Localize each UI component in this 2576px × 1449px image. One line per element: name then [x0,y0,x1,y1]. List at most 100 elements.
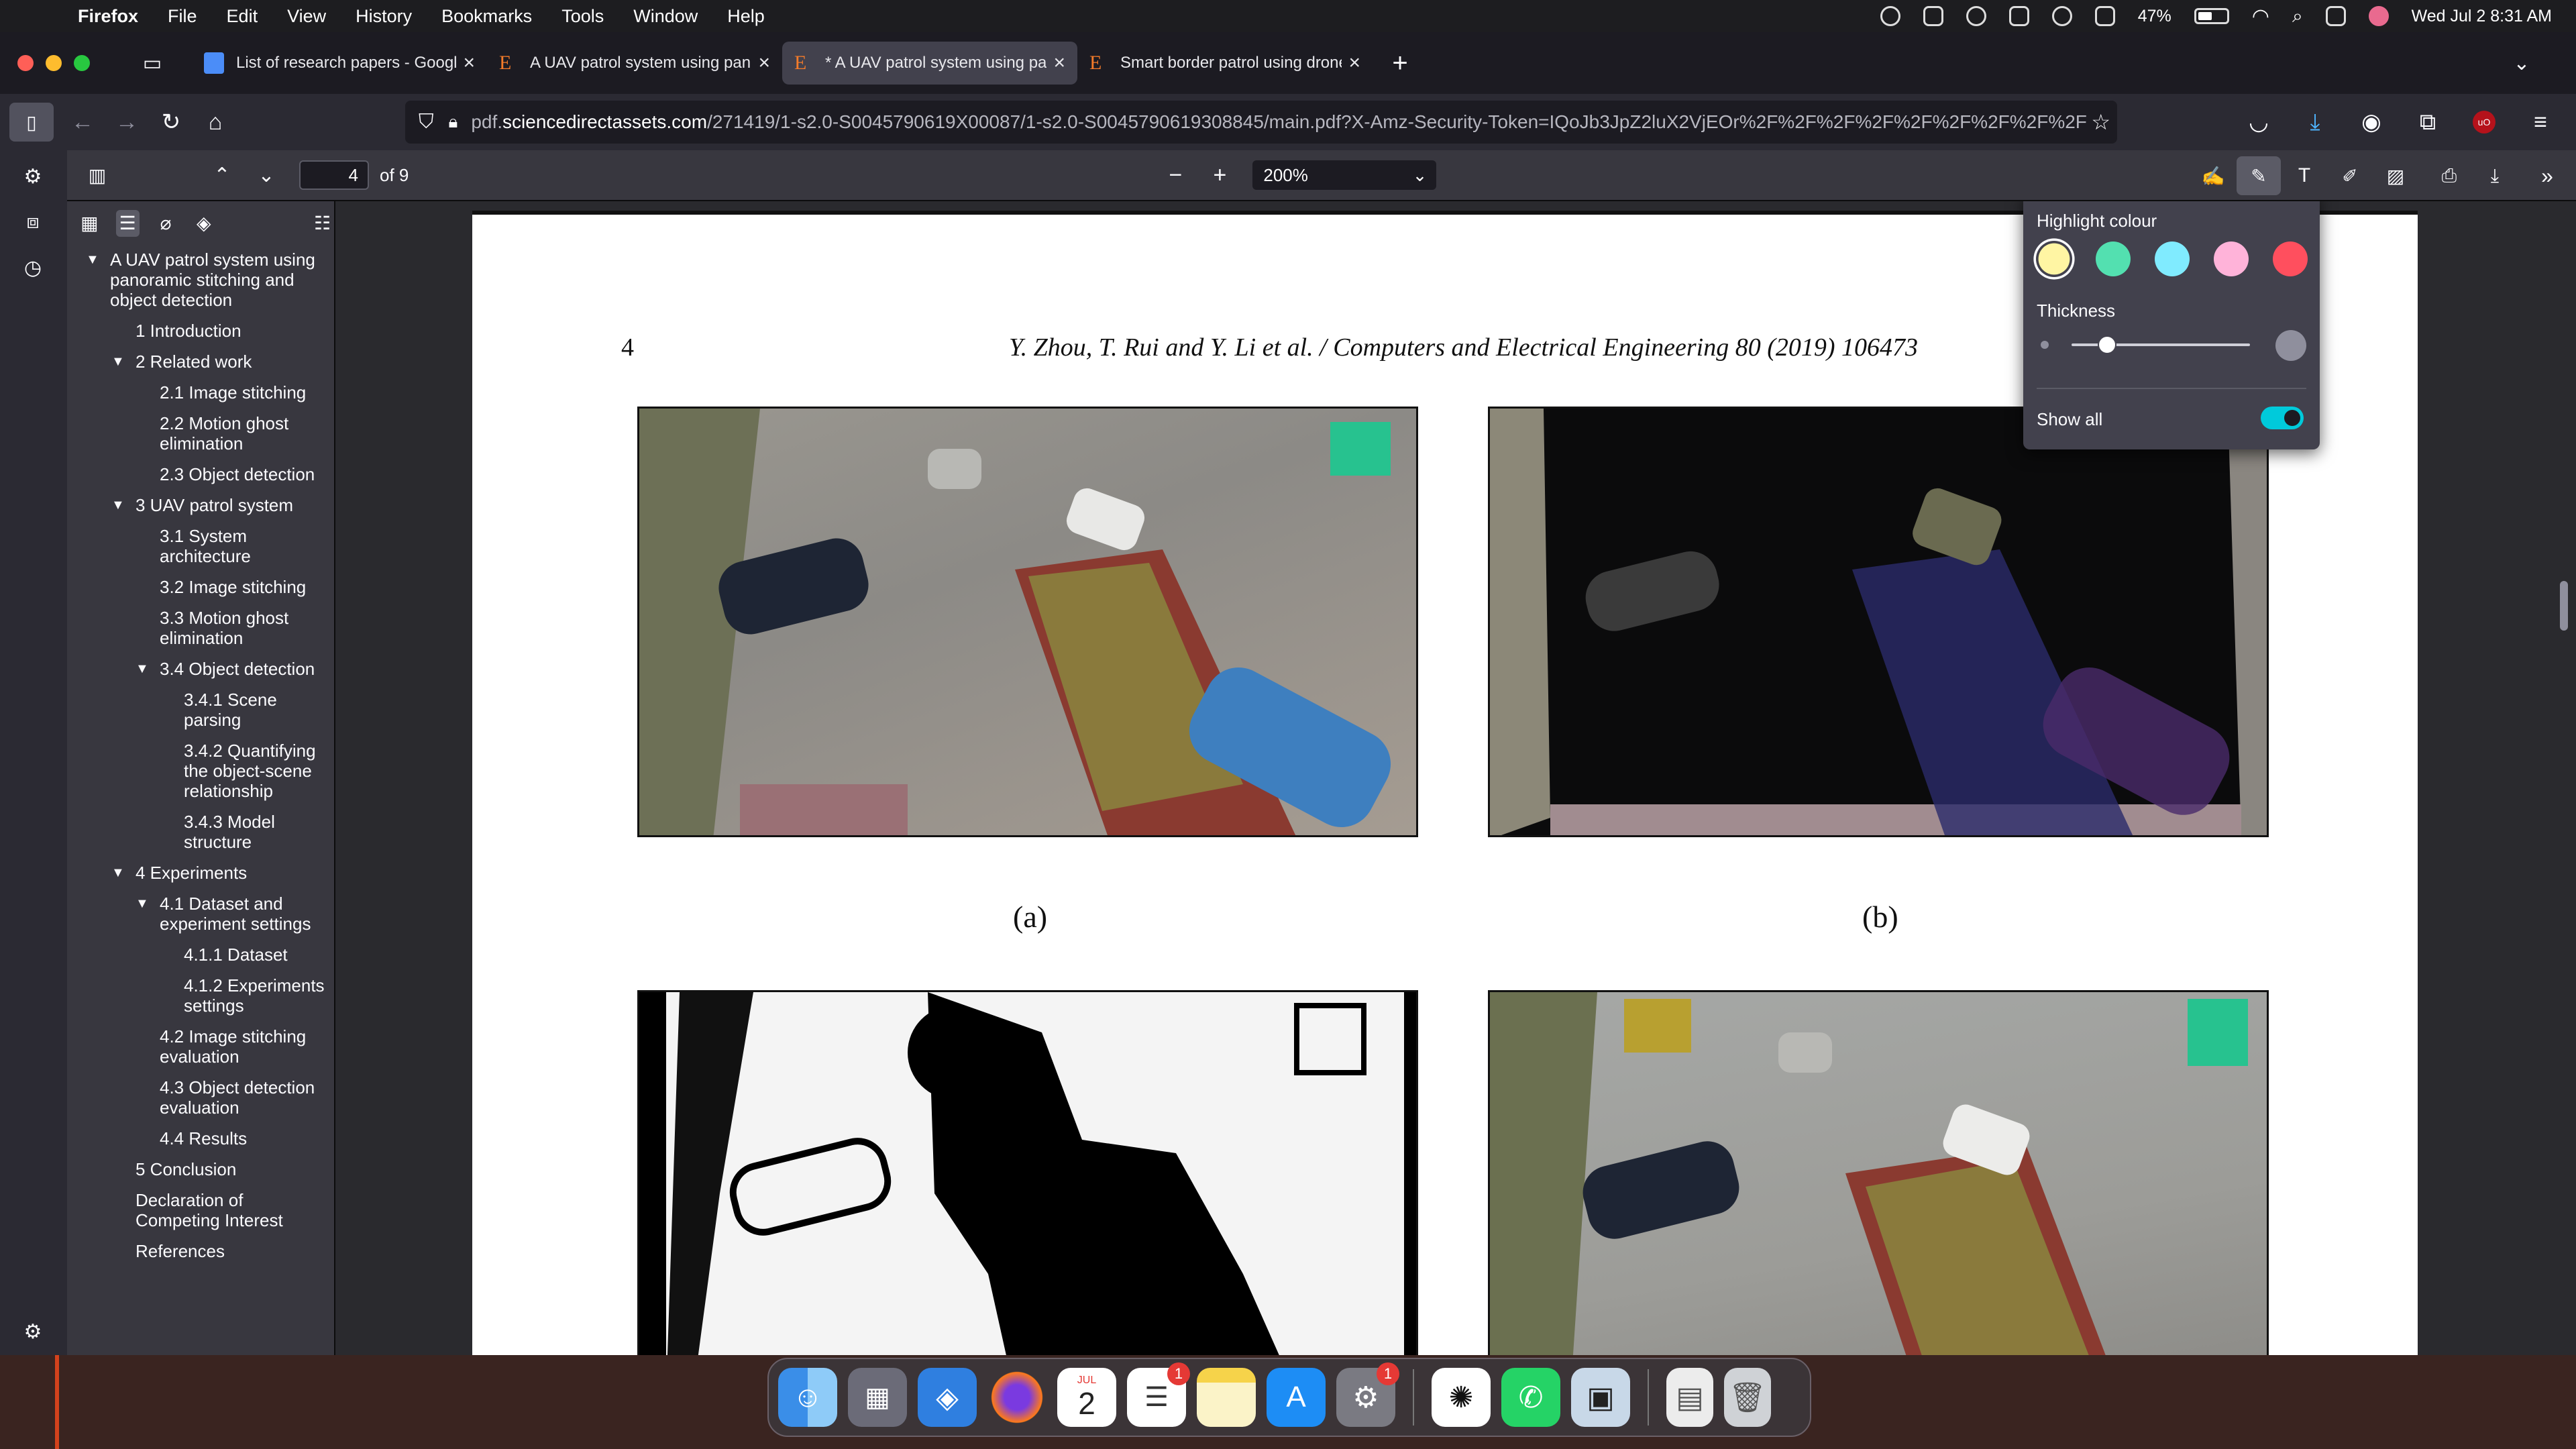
thickness-slider-thumb[interactable] [2098,335,2117,354]
signature-icon[interactable]: ✍ [2191,156,2235,195]
chatgpt-icon[interactable]: ✺ [1432,1368,1491,1427]
attachments-view-icon[interactable]: ⌀ [154,210,178,237]
outline-item[interactable]: 5 Conclusion [67,1159,334,1179]
outline-item[interactable]: ▼ A UAV patrol system using panoramic sti… [67,250,334,310]
close-tab-icon[interactable]: × [463,52,475,74]
expanded-triangle-icon[interactable]: ▼ [86,250,99,270]
save-icon[interactable]: ⤓ [2473,156,2517,195]
pocket-icon[interactable]: ◡ [2237,103,2281,142]
tab-uav-paper-active[interactable]: E * A UAV patrol system using par × [782,42,1077,85]
app-store-icon[interactable]: A [1267,1368,1326,1427]
outline-item[interactable]: 3.4.2 Quantifying the object-scene relat… [67,741,334,801]
calendar-icon[interactable]: JUL 2 [1057,1368,1116,1427]
highlight-swatch-yellow[interactable] [2038,243,2070,275]
trash-icon[interactable]: 🗑︎ [1724,1368,1771,1427]
history-icon[interactable]: ◷ [11,248,55,287]
thickness-slider[interactable] [2072,335,2250,354]
outline-item[interactable]: ▼ 3.4 Object detection [67,659,334,679]
outline-item[interactable]: 4.1.2 Experiments settings [67,975,334,1016]
siri-icon[interactable] [2368,6,2389,26]
launchpad-icon[interactable]: ▦ [848,1368,907,1427]
close-tab-icon[interactable]: × [1348,52,1360,74]
toggle-pdf-sidebar-icon[interactable]: ▥ [75,156,119,195]
image-tool-icon[interactable]: ▨ [2373,156,2418,195]
outline-item[interactable]: 3.4.3 Model structure [67,812,334,852]
show-all-toggle[interactable] [2261,407,2304,429]
firefox-icon[interactable] [987,1368,1046,1427]
highlight-swatch-pink[interactable] [2214,241,2249,276]
contrast-status-icon[interactable] [2051,6,2072,26]
outline-item[interactable]: References [67,1241,334,1261]
vertical-scrollbar-thumb[interactable] [2560,581,2568,631]
menu-bookmarks[interactable]: Bookmarks [441,6,532,27]
customize-sidebar-icon[interactable]: ⚙ [11,1312,55,1351]
zoom-out-button[interactable]: − [1153,156,1197,195]
outline-item[interactable]: 4.2 Image stitching evaluation [67,1026,334,1067]
url-text[interactable]: pdf.sciencedirectassets.com/271419/1-s2.… [471,111,2108,133]
outline-item[interactable]: ▼ 4.1 Dataset and experiment settings [67,894,334,934]
tracking-protection-icon[interactable]: ⛉ [419,111,434,133]
outline-item[interactable]: 3.2 Image stitching [67,577,334,597]
safari-icon[interactable]: ◈ [918,1368,977,1427]
highlight-swatch-blue[interactable] [2155,241,2190,276]
url-bar[interactable]: ⛉ 🔒︎ pdf.sciencedirectassets.com/271419/… [405,101,2117,144]
lock-icon[interactable]: 🔒︎ [449,111,458,133]
outline-item[interactable]: 2.1 Image stitching [67,382,334,402]
ublock-icon[interactable]: uO [2462,103,2506,142]
close-tab-icon[interactable]: × [758,52,770,74]
highlight-swatch-red[interactable] [2273,241,2308,276]
clock[interactable]: Wed Jul 2 8:31 AM [2412,7,2552,26]
battery-icon[interactable] [2194,8,2229,24]
close-tab-icon[interactable]: × [1053,52,1065,74]
display-status-icon[interactable] [2008,6,2029,26]
home-button[interactable]: ⌂ [193,103,237,142]
notes-icon[interactable] [1197,1368,1256,1427]
current-outline-item-icon[interactable]: ☷ [311,210,334,237]
page-number-input[interactable]: 4 [299,160,369,190]
layers-status-icon[interactable] [2094,6,2115,26]
next-page-button[interactable]: ⌄ [244,156,288,195]
text-tool-icon[interactable]: T [2282,156,2326,195]
menu-edit[interactable]: Edit [227,6,258,27]
outline-view-icon[interactable]: ☰ [115,210,140,237]
firefox-view-icon[interactable]: ▭ [130,44,174,83]
close-window-button[interactable] [17,55,34,71]
tab-google-docs[interactable]: List of research papers - Google × [192,42,487,85]
expanded-triangle-icon[interactable]: ▼ [111,495,125,515]
sidebar-toggle-icon[interactable]: ▯ [9,103,54,142]
preview-icon[interactable]: ▣ [1571,1368,1630,1427]
outline-item[interactable]: ▼ 2 Related work [67,352,334,372]
synced-tabs-icon[interactable]: ⧈ [11,203,55,241]
expanded-triangle-icon[interactable]: ▼ [111,863,125,883]
menu-app-name[interactable]: Firefox [78,6,138,27]
outline-item[interactable]: Declaration of Competing Interest [67,1190,334,1230]
outline-item[interactable]: ▼ 3 UAV patrol system [67,495,334,515]
outline-item[interactable]: 3.1 System architecture [67,526,334,566]
system-settings-icon[interactable]: ⚙ 1 [1336,1362,1399,1427]
menu-window[interactable]: Window [633,6,698,27]
extension-status-icon[interactable] [1923,6,1943,26]
expanded-triangle-icon[interactable]: ▼ [136,894,149,914]
whatsapp-icon[interactable]: ✆ [1501,1368,1560,1427]
chatbot-icon[interactable]: ⚙ [11,157,55,196]
list-all-tabs-icon[interactable]: ⌄ [2500,44,2544,83]
reload-button[interactable]: ↻ [149,103,193,142]
expanded-triangle-icon[interactable]: ▼ [111,352,125,372]
bookmark-star-icon[interactable]: ☆ [2091,109,2110,135]
minimize-window-button[interactable] [46,55,62,71]
openai-status-icon[interactable] [1880,6,1900,26]
zoom-window-button[interactable] [74,55,90,71]
spotlight-search-icon[interactable]: ⌕ [2292,5,2303,28]
downloads-icon[interactable]: ⤓ [2293,103,2337,142]
draw-tool-icon[interactable]: ✐ [2328,156,2372,195]
tab-uav-paper-1[interactable]: E A UAV patrol system using pano × [487,42,782,85]
print-icon[interactable]: ⎙ [2427,156,2471,195]
wifi-icon[interactable]: ◠ [2252,5,2269,28]
thumbnails-view-icon[interactable]: ▦ [78,210,101,237]
highlight-swatch-green[interactable] [2096,241,2131,276]
finder-icon[interactable]: ☺ [778,1368,837,1427]
tab-border-patrol[interactable]: E Smart border patrol using drone × [1077,42,1373,85]
forward-button[interactable]: → [105,103,149,142]
pdf-viewer[interactable]: 4 Y. Zhou, T. Rui and Y. Li et al. / Com… [335,201,2576,1355]
previous-page-button[interactable]: ⌃ [200,156,244,195]
